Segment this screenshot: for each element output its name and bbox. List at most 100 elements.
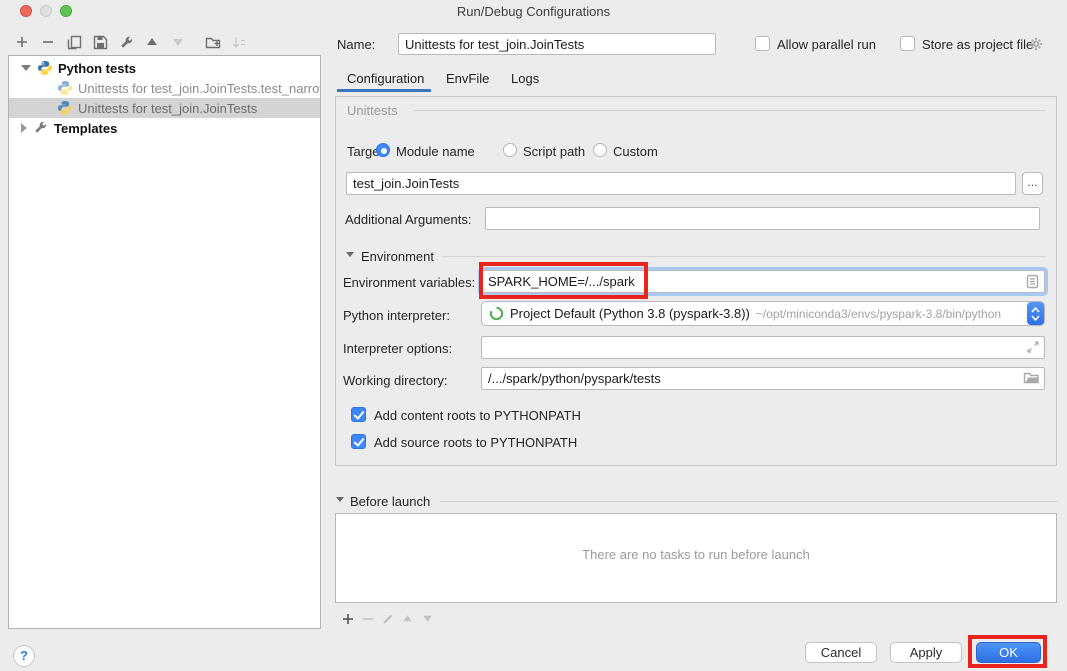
active-tab-indicator	[337, 89, 431, 92]
add-content-roots-label: Add content roots to PYTHONPATH	[374, 408, 581, 423]
additional-arguments-label: Additional Arguments:	[345, 212, 471, 227]
new-folder-icon	[205, 35, 221, 50]
before-launch-toolbar	[341, 612, 434, 625]
radio-custom[interactable]	[593, 143, 607, 157]
collapse-icon[interactable]	[21, 65, 31, 71]
add-configuration-button[interactable]	[14, 34, 30, 50]
additional-arguments-input[interactable]	[485, 207, 1040, 230]
radio-script-path[interactable]	[503, 143, 517, 157]
interpreter-dropdown-stepper[interactable]	[1027, 302, 1044, 325]
working-directory-label: Working directory:	[343, 373, 448, 388]
working-directory-input[interactable]	[481, 367, 1045, 390]
edit-templates-button[interactable]	[118, 34, 134, 50]
title-bar: Run/Debug Configurations	[0, 0, 1067, 22]
expand-field-icon[interactable]	[1026, 340, 1042, 356]
add-content-roots-checkbox[interactable]	[351, 407, 366, 422]
allow-parallel-run-checkbox[interactable]	[755, 36, 770, 51]
radio-module-name[interactable]	[376, 143, 390, 157]
interpreter-value: Project Default (Python 3.8 (pyspark-3.8…	[510, 306, 750, 321]
python-tests-icon	[37, 60, 53, 76]
tab-configuration[interactable]: Configuration	[347, 71, 424, 86]
environment-header: Environment	[361, 249, 434, 264]
tree-item-python-tests[interactable]: Python tests	[9, 58, 320, 78]
tree-item-label: Unittests for test_join.JoinTests	[78, 101, 257, 116]
interpreter-options-input[interactable]	[481, 336, 1045, 359]
help-button[interactable]: ?	[13, 645, 35, 667]
environment-variables-label: Environment variables:	[343, 275, 475, 290]
store-as-project-file-checkbox[interactable]	[900, 36, 915, 51]
add-source-roots-checkbox[interactable]	[351, 434, 366, 449]
move-task-up-button[interactable]	[401, 612, 414, 625]
name-input[interactable]	[398, 33, 716, 55]
tree-item-label: Templates	[54, 121, 117, 136]
environment-collapse-icon[interactable]	[346, 252, 354, 257]
radio-script-path-label: Script path	[523, 144, 585, 159]
tab-logs[interactable]: Logs	[511, 71, 539, 86]
section-divider	[440, 501, 1057, 502]
store-as-project-file-label: Store as project file	[922, 37, 1033, 52]
section-divider	[443, 256, 1045, 257]
before-launch-empty-text: There are no tasks to run before launch	[336, 547, 1056, 562]
copy-configuration-button[interactable]	[66, 34, 82, 50]
name-label: Name:	[337, 37, 375, 52]
copy-icon	[67, 35, 82, 50]
allow-parallel-run-label: Allow parallel run	[777, 37, 876, 52]
sort-az-icon	[232, 35, 247, 50]
python-run-config-icon	[57, 80, 73, 96]
run-debug-configurations-dialog: Run/Debug Configurations	[0, 0, 1067, 671]
plus-icon	[15, 35, 29, 49]
plus-icon	[342, 613, 354, 625]
minus-icon	[41, 35, 55, 49]
browse-target-button[interactable]: ...	[1022, 172, 1043, 195]
remove-task-button[interactable]	[361, 612, 374, 625]
radio-custom-label: Custom	[613, 144, 658, 159]
cancel-button[interactable]: Cancel	[805, 642, 877, 663]
pencil-icon	[382, 613, 394, 625]
arrow-down-icon	[422, 613, 433, 624]
environment-variables-input[interactable]	[481, 270, 1045, 293]
move-down-button[interactable]	[170, 34, 186, 50]
chevron-down-icon	[1031, 315, 1040, 321]
ok-button[interactable]: OK	[976, 642, 1041, 663]
window-title: Run/Debug Configurations	[0, 4, 1067, 19]
edit-task-button[interactable]	[381, 612, 394, 625]
arrow-down-icon	[172, 36, 184, 48]
remove-configuration-button[interactable]	[40, 34, 56, 50]
tree-item-test-narrow[interactable]: Unittests for test_join.JoinTests.test_n…	[9, 78, 320, 98]
python-interpreter-select[interactable]: Project Default (Python 3.8 (pyspark-3.8…	[481, 301, 1045, 326]
tree-item-jointests-selected[interactable]: Unittests for test_join.JoinTests	[9, 98, 320, 118]
before-launch-collapse-icon[interactable]	[336, 497, 344, 502]
configurations-toolbar	[14, 34, 247, 50]
expand-icon[interactable]	[21, 123, 27, 133]
new-folder-button[interactable]	[205, 34, 221, 50]
arrow-up-icon	[402, 613, 413, 624]
unittests-section-title: Unittests	[347, 103, 398, 118]
python-interpreter-label: Python interpreter:	[343, 308, 450, 323]
section-divider	[414, 110, 1045, 111]
save-configuration-button[interactable]	[92, 34, 108, 50]
sort-configurations-button[interactable]	[231, 34, 247, 50]
tree-item-label: Python tests	[58, 61, 136, 76]
tree-item-templates[interactable]: Templates	[9, 118, 320, 138]
before-launch-task-list: There are no tasks to run before launch	[335, 513, 1057, 603]
tab-envfile[interactable]: EnvFile	[446, 71, 489, 86]
apply-button[interactable]: Apply	[890, 642, 962, 663]
module-name-input[interactable]	[346, 172, 1016, 195]
store-options-gear-icon[interactable]	[1028, 36, 1044, 52]
move-task-down-button[interactable]	[421, 612, 434, 625]
add-task-button[interactable]	[341, 612, 354, 625]
browse-folder-icon[interactable]	[1023, 371, 1039, 387]
arrow-up-icon	[146, 36, 158, 48]
configurations-tree: Python tests Unittests for test_join.Joi…	[8, 55, 321, 629]
add-source-roots-label: Add source roots to PYTHONPATH	[374, 435, 577, 450]
interpreter-options-label: Interpreter options:	[343, 341, 452, 356]
interpreter-path: ~/opt/miniconda3/envs/pyspark-3.8/bin/py…	[756, 307, 1001, 321]
env-variables-browse-icon[interactable]	[1025, 274, 1041, 290]
templates-wrench-icon	[33, 120, 49, 136]
radio-module-name-label: Module name	[396, 144, 475, 159]
tree-item-label: Unittests for test_join.JoinTests.test_n…	[78, 81, 320, 96]
move-up-button[interactable]	[144, 34, 160, 50]
before-launch-header: Before launch	[350, 494, 430, 509]
wrench-icon	[119, 35, 134, 50]
python-run-config-icon	[57, 100, 73, 116]
